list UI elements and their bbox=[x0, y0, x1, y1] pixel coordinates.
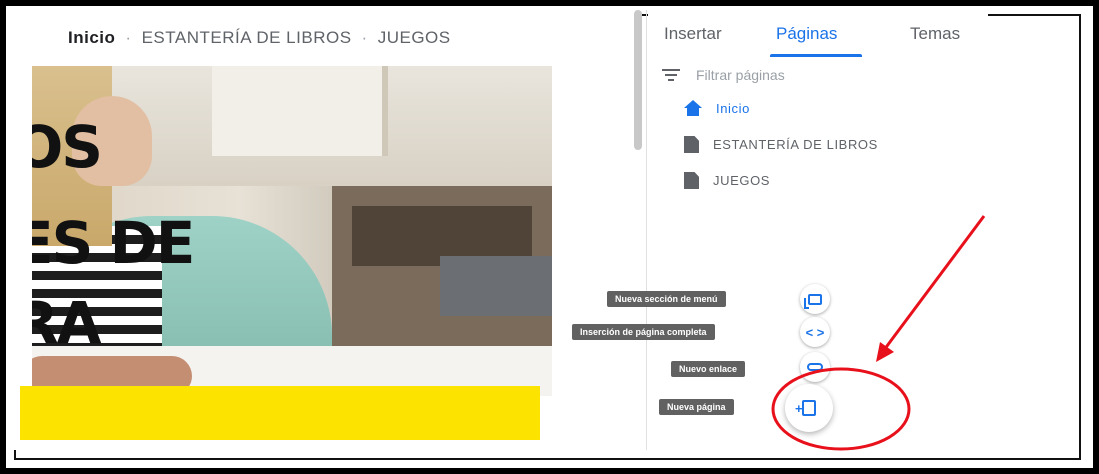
preview-scrollbar[interactable] bbox=[634, 10, 642, 150]
hero-window bbox=[212, 66, 388, 156]
new-link-button[interactable] bbox=[800, 352, 830, 382]
yellow-banner bbox=[20, 386, 540, 440]
link-icon bbox=[807, 363, 823, 371]
active-tab-indicator bbox=[770, 54, 862, 57]
filter-icon bbox=[662, 69, 680, 81]
page-item-label: JUEGOS bbox=[713, 173, 771, 188]
new-page-tooltip: Nueva página bbox=[659, 399, 734, 415]
new-menu-section-button[interactable] bbox=[800, 284, 830, 314]
home-icon bbox=[684, 100, 702, 116]
hero-banner: OS ES DE RA bbox=[32, 66, 552, 396]
panel-divider bbox=[646, 10, 647, 450]
new-page-icon bbox=[795, 400, 816, 416]
page-item-games[interactable]: JUEGOS bbox=[684, 172, 770, 189]
menu-section-icon bbox=[804, 293, 822, 309]
pages-panel: Insertar Páginas Temas Inicio ESTANTERÍA… bbox=[648, 10, 988, 450]
page-item-label: Inicio bbox=[716, 100, 750, 116]
full-page-embed-tooltip: Inserción de página completa bbox=[572, 324, 715, 340]
page-item-home[interactable]: Inicio bbox=[684, 100, 750, 116]
tab-insert[interactable]: Insertar bbox=[664, 10, 722, 60]
site-nav-home[interactable]: Inicio bbox=[68, 28, 115, 48]
filter-pages bbox=[662, 66, 898, 84]
hero-title-line-1: OS bbox=[32, 113, 103, 181]
new-link-tooltip: Nuevo enlace bbox=[671, 361, 746, 377]
new-page-button[interactable] bbox=[785, 384, 833, 432]
page-icon bbox=[684, 172, 699, 189]
hero-title-line-2: ES DE bbox=[32, 209, 195, 277]
tab-themes[interactable]: Temas bbox=[910, 10, 960, 60]
page-item-bookshelf[interactable]: ESTANTERÍA DE LIBROS bbox=[684, 136, 878, 153]
new-menu-section-tooltip: Nueva sección de menú bbox=[607, 291, 726, 307]
site-nav-games[interactable]: JUEGOS bbox=[378, 28, 451, 48]
site-nav: Inicio · ESTANTERÍA DE LIBROS · JUEGOS bbox=[12, 10, 552, 66]
code-icon: < > bbox=[805, 324, 825, 340]
full-page-embed-button[interactable]: < > bbox=[800, 317, 830, 347]
site-nav-shelf[interactable]: ESTANTERÍA DE LIBROS bbox=[142, 28, 352, 48]
page-icon bbox=[684, 136, 699, 153]
page-item-label: ESTANTERÍA DE LIBROS bbox=[713, 137, 878, 152]
site-nav-separator: · bbox=[361, 28, 368, 47]
filter-pages-input[interactable] bbox=[694, 66, 898, 84]
site-preview: Inicio · ESTANTERÍA DE LIBROS · JUEGOS O… bbox=[12, 10, 552, 450]
tab-pages[interactable]: Páginas bbox=[776, 10, 837, 60]
site-nav-separator: · bbox=[125, 28, 132, 47]
hero-box bbox=[440, 256, 552, 316]
hero-title-line-3: RA bbox=[32, 289, 102, 357]
editor-gutter bbox=[552, 10, 638, 450]
